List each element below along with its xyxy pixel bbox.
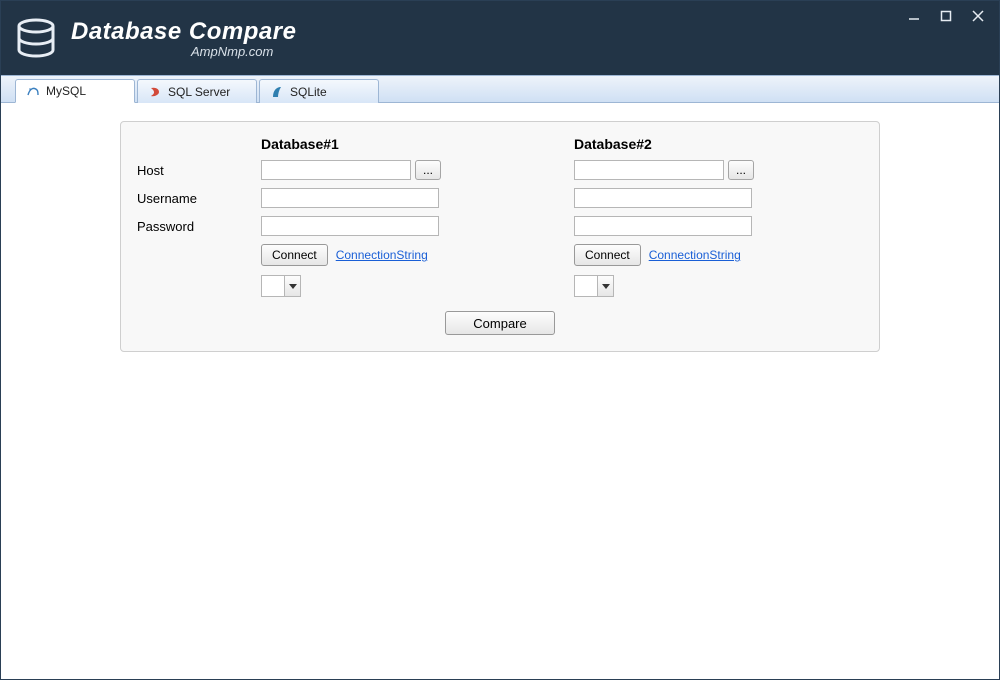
- compare-button[interactable]: Compare: [445, 311, 555, 335]
- host-label: Host: [137, 163, 237, 178]
- sqlserver-icon: [148, 85, 162, 99]
- tab-sqlite[interactable]: SQLite: [259, 79, 379, 103]
- tab-strip: MySQL SQL Server SQLite: [1, 75, 999, 103]
- window: Database Compare AmpNmp.com MySQL: [0, 0, 1000, 680]
- db2-host-input[interactable]: [574, 160, 724, 180]
- minimize-button[interactable]: [899, 5, 929, 27]
- tab-label: MySQL: [46, 84, 86, 98]
- close-button[interactable]: [963, 5, 993, 27]
- username-label: Username: [137, 191, 237, 206]
- chevron-down-icon: [597, 276, 613, 296]
- title-block: Database Compare AmpNmp.com: [71, 18, 296, 59]
- password-label: Password: [137, 219, 237, 234]
- db2-password-input[interactable]: [574, 216, 752, 236]
- db1-header: Database#1: [261, 136, 550, 152]
- header-bar: Database Compare AmpNmp.com: [1, 1, 999, 75]
- mysql-icon: [26, 84, 40, 98]
- tab-mysql[interactable]: MySQL: [15, 79, 135, 103]
- db1-database-select[interactable]: [261, 275, 301, 297]
- app-title: Database Compare: [71, 18, 296, 46]
- db2-host-browse-button[interactable]: ...: [728, 160, 754, 180]
- db1-host-browse-button[interactable]: ...: [415, 160, 441, 180]
- compare-panel: Database#1 Database#2 Host ... ... Usern…: [120, 121, 880, 352]
- content-area: Database#1 Database#2 Host ... ... Usern…: [1, 103, 999, 679]
- db1-username-input[interactable]: [261, 188, 439, 208]
- db2-username-input[interactable]: [574, 188, 752, 208]
- db1-connection-string-link[interactable]: ConnectionString: [336, 248, 428, 262]
- db2-connection-string-link[interactable]: ConnectionString: [649, 248, 741, 262]
- db1-connect-button[interactable]: Connect: [261, 244, 328, 266]
- tab-label: SQLite: [290, 85, 327, 99]
- app-logo-icon: [13, 15, 59, 61]
- db1-host-input[interactable]: [261, 160, 411, 180]
- tab-sqlserver[interactable]: SQL Server: [137, 79, 257, 103]
- chevron-down-icon: [284, 276, 300, 296]
- window-controls: [899, 5, 993, 27]
- db2-header: Database#2: [574, 136, 863, 152]
- maximize-button[interactable]: [931, 5, 961, 27]
- db2-connect-button[interactable]: Connect: [574, 244, 641, 266]
- sqlite-icon: [270, 85, 284, 99]
- db2-database-select[interactable]: [574, 275, 614, 297]
- db1-password-input[interactable]: [261, 216, 439, 236]
- app-subtitle: AmpNmp.com: [191, 44, 296, 59]
- tab-label: SQL Server: [168, 85, 230, 99]
